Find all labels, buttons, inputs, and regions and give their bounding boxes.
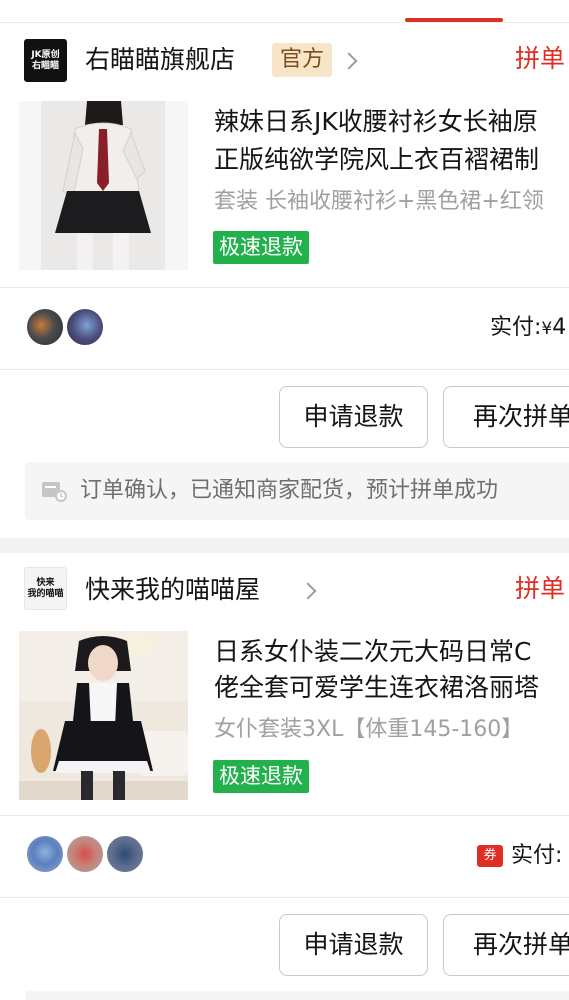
product-spec: 女仆套装3XL【体重145-160】 (214, 717, 524, 742)
paid-currency: ¥ (541, 319, 553, 339)
product-image[interactable] (19, 631, 188, 800)
order-status: 拼单 (515, 44, 566, 73)
divider (0, 897, 569, 898)
chevron-right-icon[interactable] (299, 582, 317, 600)
shop-logo-text: 快来 (36, 577, 55, 588)
product-title-line[interactable]: 正版纯欲学院风上衣百褶裙制 (214, 141, 569, 178)
shop-logo-text: JK原创 (31, 49, 60, 60)
product-image[interactable] (19, 101, 188, 270)
request-refund-button[interactable]: 申请退款 (279, 386, 428, 448)
shop-logo: 快来 我的喵喵 (24, 567, 67, 610)
chevron-right-icon[interactable] (340, 52, 358, 70)
product-title-line[interactable]: 辣妹日系JK收腰衬衫女长袖原 (214, 103, 569, 140)
divider (0, 815, 569, 816)
shop-name[interactable]: 快来我的喵喵屋 (85, 571, 260, 609)
product-title-line[interactable]: 佬全套可爱学生连衣裙洛丽塔 (214, 669, 569, 706)
divider (0, 287, 569, 288)
paid-label: 实付: (490, 315, 542, 340)
order-card[interactable]: 快来 我的喵喵 快来我的喵喵屋 拼单 日系女仆装二次元大码日常C 佬全套可爱学生… (0, 553, 569, 1000)
shop-name[interactable]: 右瞄瞄旗舰店 (85, 41, 235, 79)
logistics-notice[interactable] (25, 991, 569, 1000)
fast-refund-tag: 极速退款 (213, 231, 309, 264)
product-spec: 套装 长袖收腰衬衫+黑色裙+红领 (214, 189, 544, 214)
tab-bar-strip (0, 0, 569, 23)
active-tab-indicator (405, 18, 503, 22)
group-member-avatar[interactable] (25, 834, 65, 874)
paid-amount: 实付:¥4 (490, 313, 566, 344)
coupon-icon: 券 (477, 845, 503, 867)
reorder-button[interactable]: 再次拼单 (443, 386, 569, 448)
order-card[interactable]: JK原创 右瞄瞄 右瞄瞄旗舰店 官方 拼单 辣妹日系JK收腰衬衫女长袖原 正版纯… (0, 23, 569, 538)
fast-refund-tag: 极速退款 (213, 760, 309, 793)
maid-outfit-photo (19, 631, 188, 800)
shop-logo-text: 右瞄瞄 (31, 60, 59, 71)
shop-logo: JK原创 右瞄瞄 (24, 39, 67, 82)
schoolgirl-uniform-photo (19, 101, 188, 270)
paid-value: 4 (552, 315, 567, 340)
official-badge: 官方 (272, 43, 333, 77)
group-member-avatar[interactable] (65, 834, 105, 874)
shop-header[interactable]: 快来 我的喵喵 快来我的喵喵屋 拼单 (0, 553, 569, 631)
shop-header[interactable]: JK原创 右瞄瞄 右瞄瞄旗舰店 官方 拼单 (0, 23, 569, 101)
product-title-line[interactable]: 日系女仆装二次元大码日常C (214, 633, 569, 670)
order-status: 拼单 (515, 574, 566, 603)
truck-icon (42, 482, 67, 502)
divider (0, 369, 569, 370)
order-list-page: JK原创 右瞄瞄 右瞄瞄旗舰店 官方 拼单 辣妹日系JK收腰衬衫女长袖原 正版纯… (0, 0, 569, 1000)
group-member-avatar[interactable] (65, 307, 105, 347)
notice-text: 订单确认，已通知商家配货，预计拼单成功 (80, 478, 499, 503)
reorder-button[interactable]: 再次拼单 (443, 914, 569, 976)
shop-logo-text: 我的喵喵 (27, 588, 64, 599)
request-refund-button[interactable]: 申请退款 (279, 914, 428, 976)
group-member-avatar[interactable] (25, 307, 65, 347)
group-member-avatar[interactable] (105, 834, 145, 874)
paid-label: 实付: (511, 843, 563, 868)
logistics-notice[interactable]: 订单确认，已通知商家配货，预计拼单成功 (25, 462, 569, 520)
